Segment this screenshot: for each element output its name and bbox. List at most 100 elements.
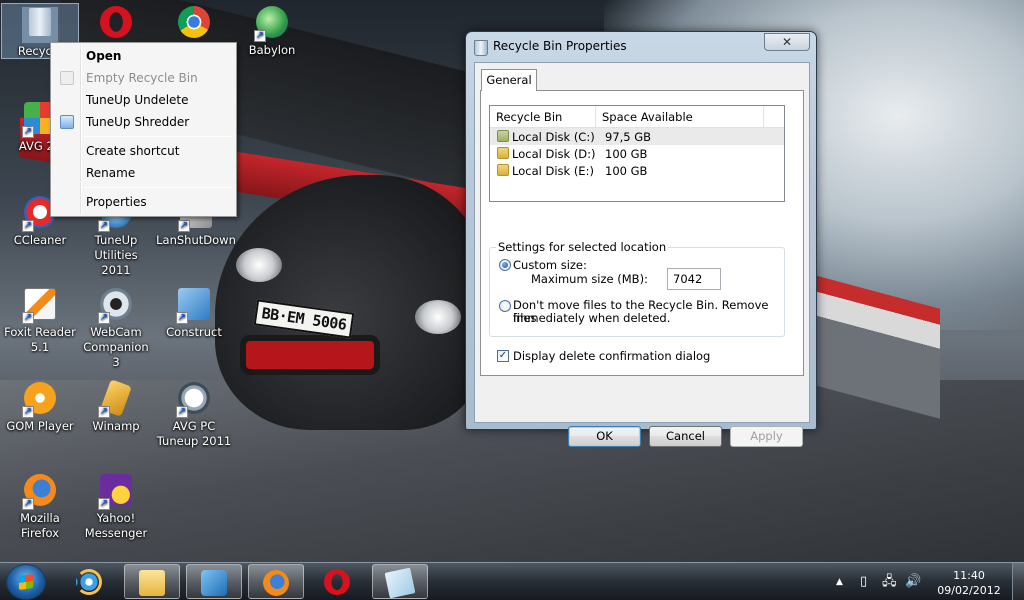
custom-size-label: Custom size:	[513, 258, 587, 272]
shortcut-arrow-icon: ↗	[98, 312, 110, 324]
shortcut-arrow-icon: ↗	[22, 498, 34, 510]
opera-icon	[98, 6, 134, 42]
wallpaper-headlight-left	[236, 248, 282, 282]
shortcut-arrow-icon: ↗	[22, 406, 34, 418]
recycle-bin-location-list[interactable]: Recycle Bin Location Space Available Loc…	[489, 105, 785, 202]
confirm-dialog-checkbox[interactable]: ✓	[497, 350, 509, 362]
volume-icon[interactable]: 🔊	[905, 575, 921, 589]
taskbar-opera[interactable]	[310, 564, 366, 599]
empty-bin-icon	[60, 71, 74, 85]
menu-separator	[84, 187, 232, 188]
list-row[interactable]: Local Disk (D:) 100 GB	[490, 145, 784, 162]
show-desktop-button[interactable]	[1012, 563, 1024, 600]
menu-item-empty-recycle-bin: Empty Recycle Bin	[53, 67, 234, 89]
folder-icon	[497, 164, 509, 176]
opera-icon	[324, 569, 350, 595]
settings-group-title: Settings for selected location	[496, 240, 669, 254]
context-menu: Open Empty Recycle Bin TuneUp Undelete T…	[50, 42, 237, 217]
taskbar-media-player[interactable]	[186, 564, 242, 599]
wallpaper-car-grille	[240, 335, 380, 375]
system-clock[interactable]: 11:40 09/02/2012	[930, 568, 1008, 598]
taskbar-windows-explorer[interactable]	[124, 564, 180, 599]
close-button[interactable]: ✕	[764, 33, 810, 51]
winamp-icon: ↗	[98, 379, 134, 418]
shortcut-arrow-icon: ↗	[176, 406, 188, 418]
drive-icon	[497, 130, 509, 142]
taskbar-firefox[interactable]	[248, 564, 304, 599]
firefox-icon: ↗	[22, 474, 58, 510]
custom-size-radio[interactable]	[499, 259, 511, 271]
desktop-icon-webcam[interactable]: ↗ WebCam Companion 3	[78, 286, 154, 370]
recycle-bin-icon	[474, 40, 488, 56]
list-row[interactable]: Local Disk (C:) 97,5 GB	[490, 128, 784, 145]
desktop-icon-avg-pc-tuneup[interactable]: ↗ AVG PC Tuneup 2011	[156, 380, 232, 449]
desktop-icon-gom[interactable]: ↗ GOM Player	[2, 380, 78, 434]
menu-item-open[interactable]: Open	[53, 45, 234, 67]
avg-tuneup-icon: ↗	[176, 382, 212, 418]
desktop-icon-foxit[interactable]: ↗ Foxit Reader 5.1	[2, 286, 78, 355]
column-header-space[interactable]: Space Available	[596, 106, 764, 128]
menu-item-properties[interactable]: Properties	[53, 191, 234, 213]
firefox-icon	[263, 570, 289, 596]
recycle-bin-icon	[22, 7, 58, 43]
menu-separator	[84, 136, 232, 137]
clock-time: 11:40	[953, 569, 985, 582]
shortcut-arrow-icon: ↗	[98, 406, 110, 418]
shortcut-arrow-icon: ↗	[22, 126, 34, 138]
desktop-icon-yahoo[interactable]: ↗ Yahoo! Messenger	[78, 472, 154, 541]
shortcut-arrow-icon: ↗	[98, 220, 110, 232]
babylon-icon: ↗	[254, 6, 290, 42]
network-icon[interactable]: 🖧	[882, 575, 897, 589]
taskbar-internet-explorer[interactable]	[62, 564, 118, 599]
menu-item-tuneup-shredder[interactable]: TuneUp Shredder	[53, 111, 234, 133]
webcam-icon: ↗	[98, 288, 134, 324]
window-title: Recycle Bin Properties	[493, 39, 627, 53]
desktop-icon-firefox[interactable]: ↗ Mozilla Firefox	[2, 472, 78, 541]
window-client-area: General Recycle Bin Location Space Avail…	[474, 62, 810, 447]
window-titlebar[interactable]: Recycle Bin Properties ✕	[466, 32, 816, 60]
list-row[interactable]: Local Disk (E:) 100 GB	[490, 162, 784, 179]
taskbar: ▲ ▯ 🖧 🔊 11:40 09/02/2012	[0, 562, 1024, 600]
desktop-icon-winamp[interactable]: ↗ Winamp	[78, 379, 154, 434]
shredder-icon	[60, 115, 74, 129]
desktop-icon-construct[interactable]: ↗ Construct	[156, 286, 232, 340]
desktop-icon-babylon[interactable]: ↗ Babylon	[234, 4, 310, 58]
notepad-icon	[384, 567, 416, 599]
list-header: Recycle Bin Location Space Available	[490, 106, 784, 146]
max-size-input[interactable]: 7042	[667, 268, 721, 290]
desktop-icon-chrome[interactable]	[156, 4, 232, 43]
show-hidden-icons-arrow[interactable]: ▲	[836, 575, 843, 589]
column-header-location[interactable]: Recycle Bin Location	[490, 106, 596, 146]
menu-item-create-shortcut[interactable]: Create shortcut	[53, 140, 234, 162]
menu-item-tuneup-undelete[interactable]: TuneUp Undelete	[53, 89, 234, 111]
dont-move-files-label-2: immediately when deleted.	[513, 311, 671, 325]
max-size-label: Maximum size (MB):	[531, 272, 648, 286]
taskbar-notepad[interactable]	[372, 564, 428, 599]
close-icon: ✕	[781, 35, 793, 49]
construct-icon: ↗	[176, 288, 212, 324]
confirm-dialog-label: Display delete confirmation dialog	[513, 349, 711, 363]
recycle-bin-properties-window: Recycle Bin Properties ✕ General Recycle…	[465, 31, 817, 447]
shortcut-arrow-icon: ↗	[22, 220, 34, 232]
chrome-icon	[176, 6, 212, 42]
media-player-icon	[201, 570, 227, 596]
shortcut-arrow-icon: ↗	[254, 30, 266, 42]
yahoo-icon: ↗	[98, 474, 134, 510]
settings-groupbox: Settings for selected location Custom si…	[489, 240, 785, 337]
folder-icon	[497, 147, 509, 159]
windows-explorer-icon	[139, 570, 165, 596]
ok-button[interactable]: OK	[568, 426, 641, 447]
start-button[interactable]	[6, 564, 46, 600]
menu-item-rename[interactable]: Rename	[53, 162, 234, 184]
battery-icon[interactable]: ▯	[860, 575, 867, 589]
shortcut-arrow-icon: ↗	[178, 220, 190, 232]
shortcut-arrow-icon: ↗	[176, 312, 188, 324]
wallpaper-headlight-right	[415, 300, 461, 334]
shortcut-arrow-icon: ↗	[98, 498, 110, 510]
foxit-icon: ↗	[22, 288, 58, 324]
cancel-button[interactable]: Cancel	[649, 426, 722, 447]
tab-general[interactable]: General	[481, 69, 537, 91]
dont-move-files-radio[interactable]	[499, 300, 511, 312]
desktop-icon-opera[interactable]	[78, 4, 154, 43]
internet-explorer-icon	[76, 569, 102, 595]
